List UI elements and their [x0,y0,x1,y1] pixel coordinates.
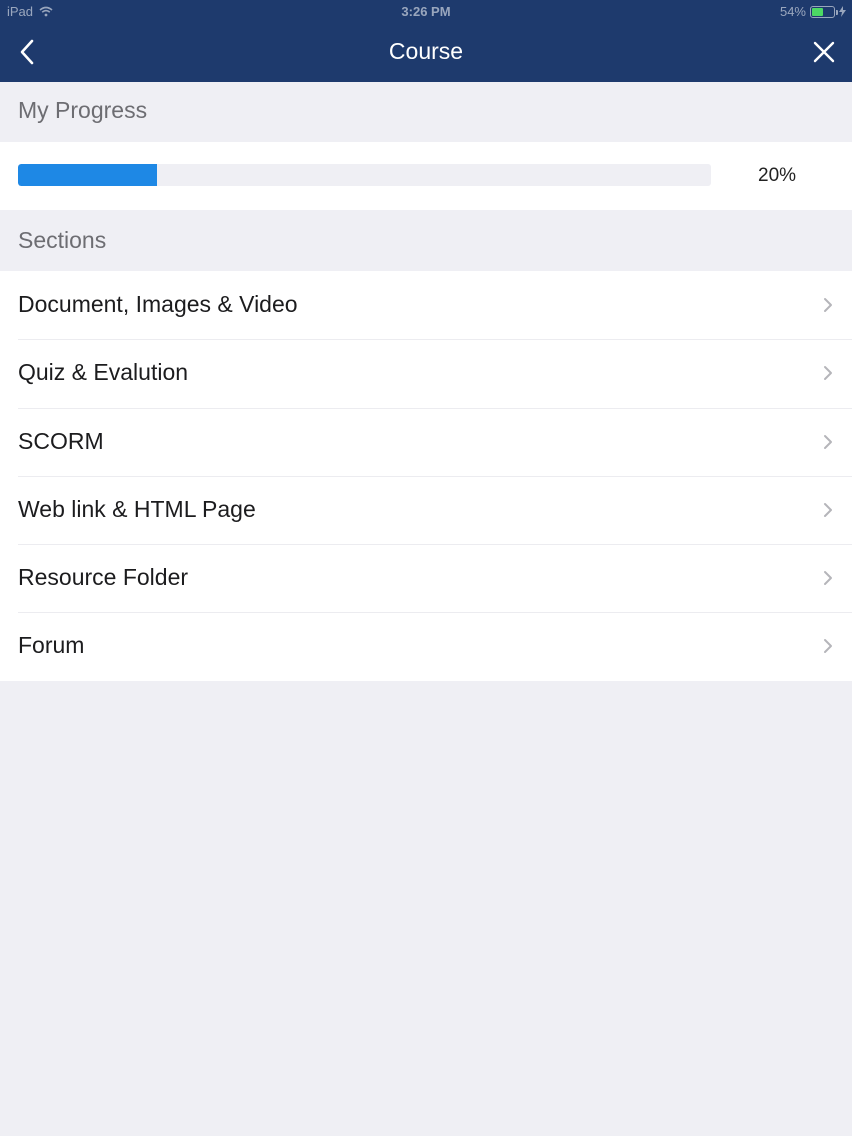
status-bar: iPad 3:26 PM 54% [0,0,852,24]
section-item-label: SCORM [18,427,104,454]
navigation-bar: Course [0,22,852,82]
progress-bar [18,164,711,186]
section-item-quiz-evalution[interactable]: Quiz & Evalution [0,339,852,407]
section-item-label: Resource Folder [18,564,189,591]
section-item-resource-folder[interactable]: Resource Folder [0,544,852,612]
section-item-label: Forum [18,632,85,659]
status-time: 3:26 PM [401,4,451,19]
chevron-right-icon [824,502,832,517]
sections-header: Sections [0,210,852,271]
section-item-label: Document, Images & Video [18,291,298,317]
battery-tip [836,9,838,15]
chevron-right-icon [824,639,832,654]
progress-percent: 20% [758,165,797,186]
section-item-label: Web link & HTML Page [18,495,256,522]
progress-row: 20% [0,142,852,210]
chevron-right-icon [824,298,832,312]
section-item-label: Quiz & Evalution [18,359,189,386]
status-right: 54% [780,4,846,19]
chevron-right-icon [824,571,832,586]
section-item-document-images-video[interactable]: Document, Images & Video [0,271,852,339]
battery-icon [810,5,838,18]
battery-percent: 54% [779,4,806,19]
chevron-right-icon [824,434,832,449]
top-bar: iPad 3:26 PM 54% Course [0,0,852,82]
progress-fill [18,164,157,186]
chevron-right-icon [824,366,832,381]
sections-list: Document, Images & Video Quiz & Evalutio… [0,271,852,681]
section-item-forum[interactable]: Forum [0,612,852,680]
section-item-web-link-html-page[interactable]: Web link & HTML Page [0,475,852,544]
charging-icon [839,6,846,17]
my-progress-header: My Progress [0,82,852,142]
close-button[interactable] [802,30,846,74]
close-icon [813,41,835,63]
page-title: Course [388,38,464,64]
section-item-scorm[interactable]: SCORM [0,407,852,476]
battery-level [812,7,824,16]
